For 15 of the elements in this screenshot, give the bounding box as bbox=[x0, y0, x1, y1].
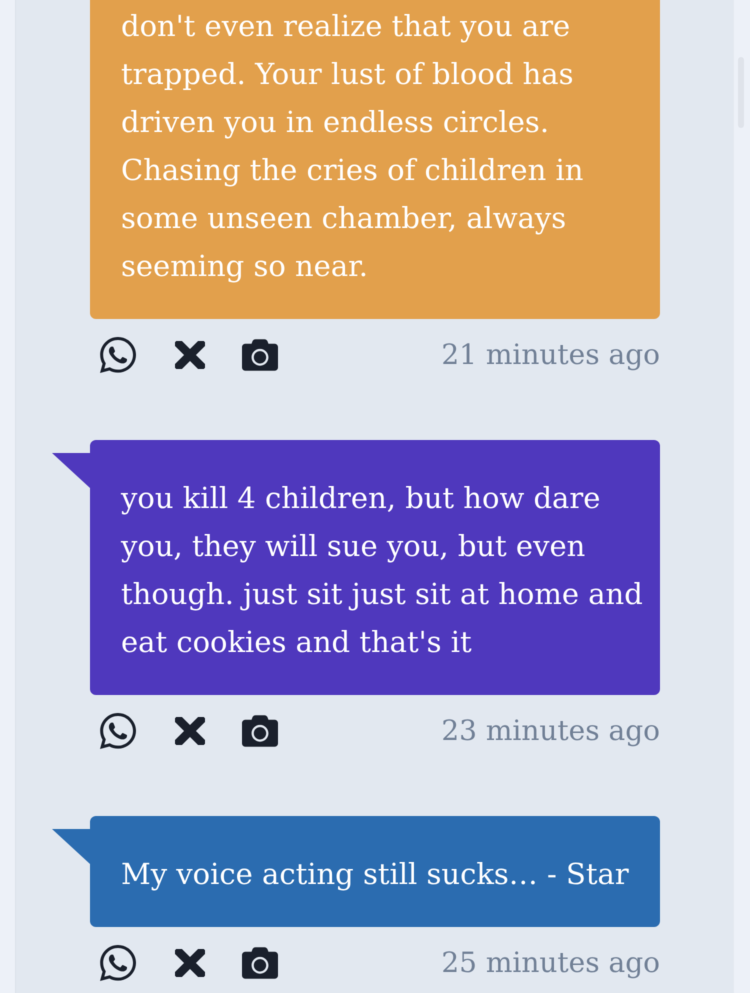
close-icon[interactable] bbox=[175, 341, 205, 369]
camera-icon[interactable] bbox=[242, 715, 278, 747]
message-text: you kill 4 children, but how dare you, they will sue you, but even though. just sit just sit at home and eat cookies and that's it bbox=[121, 480, 644, 661]
message-text: My voice acting still sucks… - Star bbox=[121, 856, 630, 893]
phone-chat-icon[interactable] bbox=[100, 713, 136, 749]
phone-chat-icon[interactable] bbox=[100, 337, 136, 373]
message-text: don't even realize that you are trapped. Your lust of blood has driven you in endless circles. Chasing the cries of children in some unseen chamber, always seeming so near. bbox=[121, 8, 584, 285]
camera-icon[interactable] bbox=[242, 339, 278, 371]
close-icon[interactable] bbox=[175, 949, 205, 977]
phone-chat-icon[interactable] bbox=[100, 945, 136, 981]
timestamp: 25 minutes ago bbox=[441, 945, 660, 981]
timestamp: 21 minutes ago bbox=[441, 337, 660, 373]
close-icon[interactable] bbox=[175, 717, 205, 745]
timestamp: 23 minutes ago bbox=[441, 713, 660, 749]
camera-icon[interactable] bbox=[242, 947, 278, 979]
